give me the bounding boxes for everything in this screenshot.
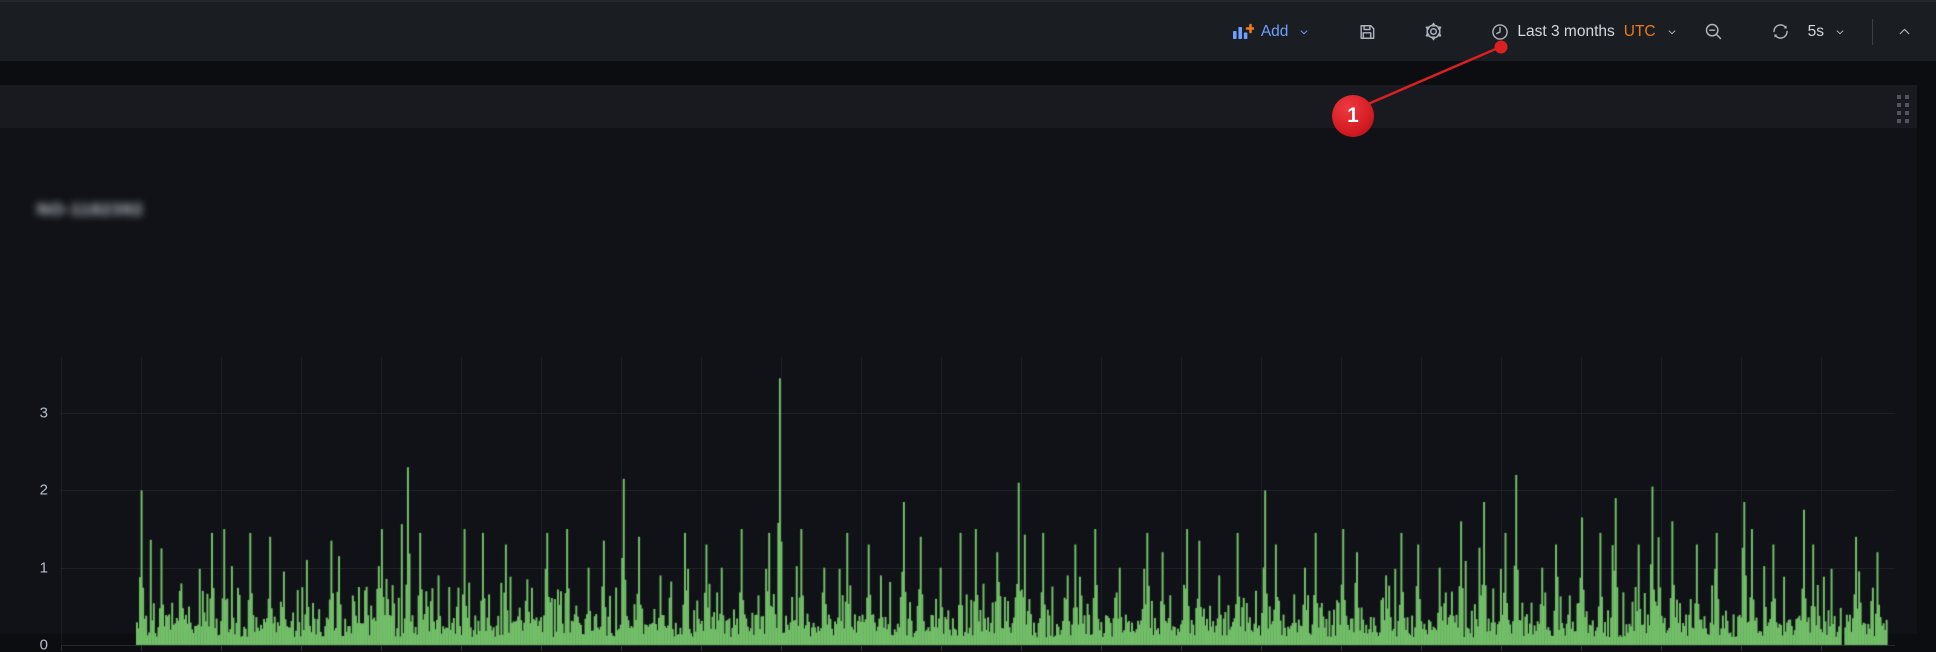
add-button-label: Add bbox=[1261, 23, 1289, 41]
chevron-down-icon bbox=[1297, 25, 1311, 39]
timeseries-panel: NO-1182392 0123 07/2207/2607/3008/0308/0… bbox=[0, 85, 1917, 634]
floppy-disk-icon bbox=[1357, 22, 1377, 42]
chevron-up-icon bbox=[1896, 23, 1913, 40]
time-range-label: Last 3 months bbox=[1517, 23, 1614, 41]
kwh-chart: 0123 07/2207/2607/3008/0308/0708/1108/15… bbox=[0, 170, 1917, 652]
panel-header[interactable] bbox=[0, 85, 1917, 128]
refresh-interval-dropdown[interactable]: 5s bbox=[1806, 17, 1856, 47]
gear-icon bbox=[1423, 21, 1444, 42]
clock-icon bbox=[1490, 22, 1510, 42]
refresh-button[interactable] bbox=[1761, 15, 1800, 48]
timezone-label: UTC bbox=[1624, 23, 1656, 41]
page-background-strip bbox=[0, 61, 1936, 85]
bar-chart-plus-icon bbox=[1232, 23, 1254, 41]
kwh-series-plot[interactable] bbox=[61, 357, 1895, 647]
save-dashboard-button[interactable] bbox=[1348, 16, 1386, 48]
dashboard-settings-button[interactable] bbox=[1414, 15, 1453, 48]
chevron-down-icon bbox=[1833, 25, 1847, 39]
y-tick-label: 1 bbox=[8, 559, 48, 576]
collapse-toolbar-button[interactable] bbox=[1887, 17, 1922, 46]
y-tick-label: 3 bbox=[8, 405, 48, 422]
magnifier-minus-icon bbox=[1703, 21, 1724, 42]
y-tick-label: 0 bbox=[8, 637, 48, 652]
annotation-badge-1: 1 bbox=[1332, 95, 1374, 137]
grafana-dashboard: Add La bbox=[0, 0, 1936, 652]
zoom-out-time-button[interactable] bbox=[1694, 15, 1733, 48]
refresh-interval-label: 5s bbox=[1808, 23, 1824, 41]
panel-drag-handle[interactable] bbox=[1892, 93, 1914, 125]
annotation-badge-label: 1 bbox=[1347, 104, 1359, 128]
time-range-picker[interactable]: Last 3 months UTC bbox=[1481, 16, 1687, 48]
y-tick-label: 2 bbox=[8, 482, 48, 499]
chevron-down-icon bbox=[1665, 25, 1679, 39]
add-button[interactable]: Add bbox=[1223, 17, 1321, 47]
circular-arrows-icon bbox=[1770, 21, 1791, 42]
toolbar-divider bbox=[1872, 19, 1873, 45]
top-toolbar: Add La bbox=[0, 0, 1936, 61]
